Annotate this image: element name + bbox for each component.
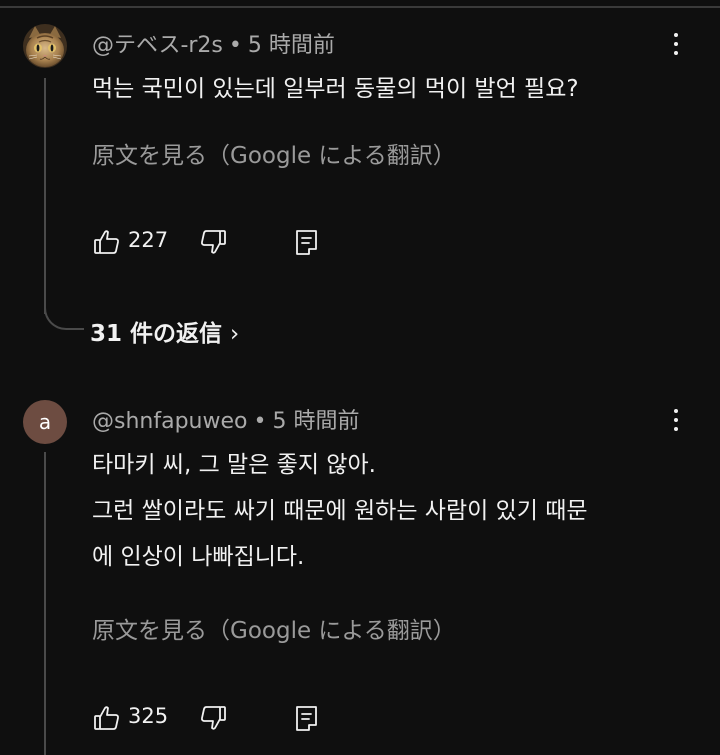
- thumbs-up-icon[interactable]: [92, 227, 122, 257]
- thumbs-down-icon[interactable]: [198, 227, 228, 257]
- kebab-menu-icon[interactable]: [666, 402, 686, 438]
- author-name[interactable]: @shnfapuweo: [92, 409, 247, 434]
- reply-comment-icon[interactable]: [292, 703, 322, 733]
- timestamp[interactable]: 5 時間前: [272, 409, 359, 434]
- thread-connector-line-2: [44, 452, 46, 755]
- thread-connector-line: [44, 78, 46, 314]
- separator-dot: •: [253, 409, 267, 434]
- like-count: 227: [128, 228, 169, 252]
- thumbs-up-icon[interactable]: [92, 703, 122, 733]
- cat-avatar-icon[interactable]: [23, 24, 67, 68]
- comment-text-line: 에 인상이 나빠집니다.: [92, 544, 305, 570]
- see-original-link[interactable]: 原文を見る（Google による翻訳）: [92, 611, 456, 645]
- replies-count-label: 31 件の返信: [90, 321, 223, 347]
- separator-dot: •: [228, 33, 242, 58]
- comment-header: @shnfapuweo • 5 時間前: [92, 403, 359, 435]
- timestamp[interactable]: 5 時間前: [248, 33, 335, 58]
- top-divider: [0, 6, 720, 8]
- comment-text-line: 그런 쌀이라도 싸기 때문에 원하는 사람이 있기 때문: [92, 498, 588, 524]
- like-count: 325: [128, 704, 169, 728]
- author-name[interactable]: @テベス-r2s: [92, 33, 223, 58]
- comment-text-line: 먹는 국민이 있는데 일부러 동물의 먹이 발언 필요?: [92, 76, 579, 102]
- comment-actions: 325: [92, 703, 332, 733]
- reply-comment-icon[interactable]: [292, 227, 322, 257]
- view-replies-link[interactable]: 31 件の返信 ›: [90, 314, 239, 348]
- comment-text: 먹는 국민이 있는데 일부러 동물의 먹이 발언 필요?: [92, 66, 692, 112]
- thread-connector-curve: [44, 290, 84, 330]
- comment-text: 타마키 씨, 그 말은 좋지 않아. 그런 쌀이라도 싸기 때문에 원하는 사람…: [92, 442, 692, 580]
- comment-actions: 227: [92, 227, 332, 257]
- chevron-right-icon: ›: [230, 321, 240, 347]
- see-original-link[interactable]: 原文を見る（Google による翻訳）: [92, 136, 456, 170]
- kebab-menu-icon[interactable]: [666, 26, 686, 62]
- comment-text-line: 타마키 씨, 그 말은 좋지 않아.: [92, 452, 376, 478]
- thumbs-down-icon[interactable]: [198, 703, 228, 733]
- comment-header: @テベス-r2s • 5 時間前: [92, 27, 335, 59]
- avatar[interactable]: a: [23, 400, 67, 444]
